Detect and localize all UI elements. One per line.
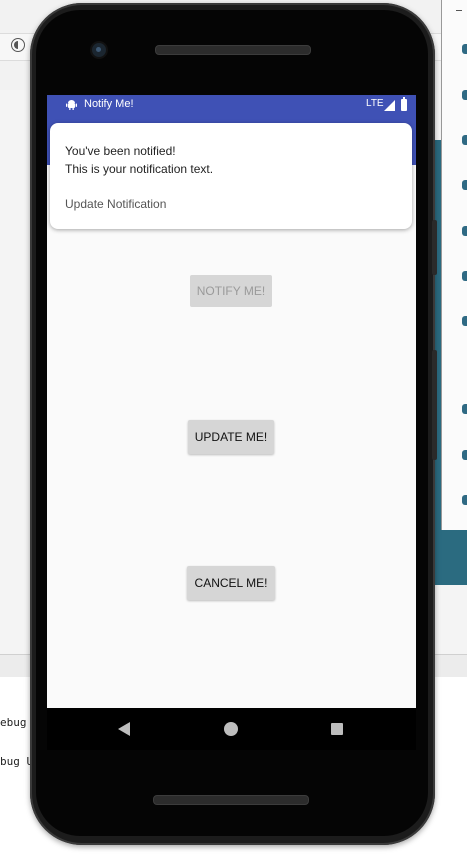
power-icon[interactable] [462, 44, 467, 54]
notification-card[interactable]: You've been notified! This is your notif… [50, 123, 412, 229]
rotate-left-icon[interactable] [462, 180, 467, 190]
notification-text: This is your notification text. [65, 162, 214, 176]
ide-toggle-icon[interactable] [11, 38, 25, 52]
nav-back-icon[interactable] [118, 722, 130, 736]
device-screen: Notify Me! LTE You've been notified! Thi… [47, 95, 416, 708]
phone-power-button[interactable] [432, 220, 437, 275]
nav-recents-icon[interactable] [331, 723, 343, 735]
cancel-button[interactable]: CANCEL ME! [187, 566, 275, 600]
zoom-icon[interactable] [462, 316, 467, 326]
battery-icon [401, 97, 407, 111]
status-app-name: Notify Me! [84, 98, 134, 110]
front-camera-icon [92, 43, 106, 57]
more-icon[interactable] [462, 495, 467, 505]
update-button[interactable]: UPDATE ME! [188, 420, 274, 454]
status-bar: Notify Me! LTE [47, 95, 416, 115]
back-icon[interactable] [462, 404, 467, 414]
console-line: bug U [0, 755, 34, 768]
phone-volume-button[interactable] [432, 350, 437, 460]
overview-icon[interactable] [462, 450, 467, 460]
camera-icon[interactable] [462, 271, 467, 281]
network-type: LTE [366, 98, 384, 109]
minimize-icon[interactable] [456, 10, 462, 11]
android-icon [66, 100, 77, 110]
bottom-speaker [153, 795, 309, 805]
volume-up-icon[interactable] [462, 90, 467, 100]
notify-button[interactable]: NOTIFY ME! [190, 275, 272, 307]
signal-icon [384, 100, 395, 111]
volume-down-icon[interactable] [462, 135, 467, 145]
update-notification-action[interactable]: Update Notification [65, 197, 166, 211]
console-line: ebug [0, 716, 27, 729]
earpiece-speaker [155, 45, 311, 55]
rotate-right-icon[interactable] [462, 226, 467, 236]
notification-title: You've been notified! [65, 144, 176, 158]
navigation-bar [47, 708, 416, 750]
nav-home-icon[interactable] [224, 722, 238, 736]
